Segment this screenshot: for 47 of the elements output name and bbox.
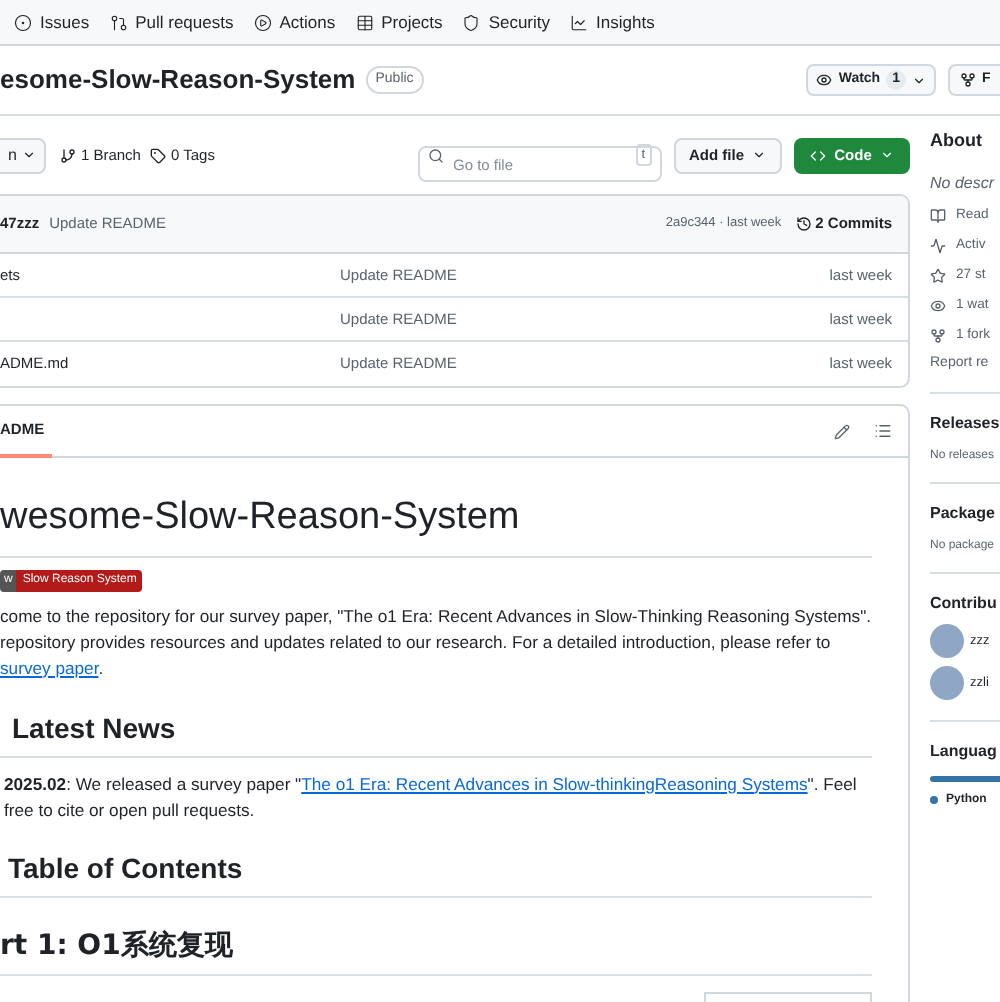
- toc-heading: Table of Contents: [0, 847, 872, 897]
- edit-icon[interactable]: [834, 423, 850, 439]
- book-icon: [930, 207, 946, 224]
- outline-icon[interactable]: [874, 422, 892, 440]
- repo-title: esome-Slow-Reason-System: [0, 62, 356, 99]
- nav-tab[interactable]: Issues: [14, 9, 90, 35]
- caret-icon: [879, 148, 894, 162]
- caret-icon: [752, 148, 766, 162]
- survey-link[interactable]: survey paper: [0, 657, 99, 677]
- part-heading: rt 1: O1系统复现: [0, 925, 872, 975]
- releases-heading: Releases: [930, 411, 1000, 436]
- caret-icon: [22, 148, 37, 162]
- nav-tab[interactable]: Security: [462, 9, 551, 35]
- news-heading: Latest News: [0, 707, 872, 757]
- eye-icon: [816, 72, 833, 88]
- shield-icon: [462, 13, 481, 31]
- activity-icon: [930, 237, 946, 254]
- paper-link[interactable]: The o1 Era: Recent Advances in Slow-thinkingReasoning Systems: [301, 773, 808, 793]
- issue-icon: [14, 13, 32, 31]
- languages-heading: Languag: [930, 739, 999, 764]
- code-icon: [810, 147, 827, 163]
- nav-tab[interactable]: Actions: [253, 9, 336, 35]
- news-item: 2025.02: We released a survey paper "The o1 Era: Recent Advances in Slow-thinkingReasoning Systems". Feel free to cite or open pull requests.: [2, 771, 859, 823]
- branch-icon: [60, 147, 77, 163]
- table-icon: [355, 13, 374, 31]
- play-icon: [253, 13, 272, 31]
- language-bar: [930, 775, 1000, 782]
- fork-icon: [960, 72, 976, 88]
- repo-description: No descr: [930, 171, 997, 195]
- branch-select[interactable]: n: [0, 137, 47, 173]
- nav-tab[interactable]: Insights: [570, 9, 655, 35]
- caret-icon: [912, 73, 926, 87]
- about-heading: About: [930, 128, 984, 154]
- nav-tab[interactable]: Projects: [355, 9, 443, 35]
- intro-paragraph: come to the repository for our survey paper, "The o1 Era: Recent Advances in Slow-Thinking Reasoning Systems". repository provides resources and updates related to our research. For a detailed introduction, please refer to survey paper.: [0, 603, 872, 681]
- star-icon: [930, 267, 946, 284]
- nav-tab[interactable]: Pull requests: [109, 9, 234, 35]
- readme-title: wesome-Slow-Reason-System: [0, 490, 872, 557]
- tag-icon: [150, 147, 167, 163]
- eye-icon: [930, 298, 946, 315]
- search-icon: [427, 147, 443, 163]
- pull-request-icon: [109, 13, 128, 31]
- contributors-heading: Contribu: [930, 591, 999, 616]
- fork-icon: [930, 328, 946, 345]
- chart-icon: [570, 13, 589, 31]
- packages-heading: Package: [930, 501, 997, 526]
- history-icon: [795, 216, 812, 232]
